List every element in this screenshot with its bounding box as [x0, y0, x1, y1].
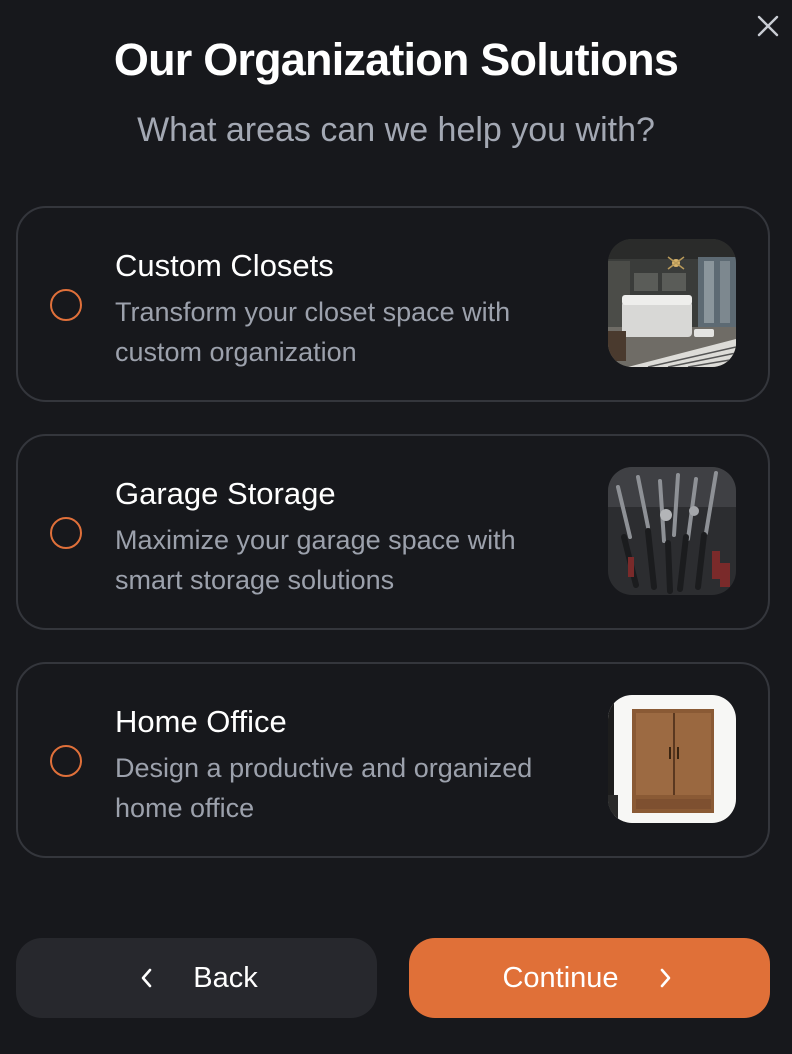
organization-solutions-modal: Our Organization Solutions What areas ca… — [0, 0, 792, 1054]
back-button-label: Back — [193, 961, 258, 994]
bedroom-closet-photo — [608, 239, 736, 367]
page-title: Our Organization Solutions — [113, 34, 679, 85]
option-home-office[interactable]: Home Office Design a productive and orga… — [16, 662, 770, 858]
chevron-left-icon — [135, 967, 157, 989]
wooden-wardrobe-photo — [608, 695, 736, 823]
continue-button[interactable]: Continue — [409, 938, 770, 1018]
option-title: Garage Storage — [115, 476, 336, 511]
page-subtitle: What areas can we help you with? — [137, 111, 655, 149]
back-button[interactable]: Back — [16, 938, 377, 1018]
option-description: Maximize your garage space with smart st… — [115, 525, 516, 595]
garage-tools-photo — [608, 467, 736, 595]
option-garage-storage[interactable]: Garage Storage Maximize your garage spac… — [16, 434, 770, 630]
option-description: Design a productive and organized home o… — [115, 753, 533, 823]
radio-button[interactable] — [50, 745, 82, 777]
option-title: Custom Closets — [115, 248, 334, 283]
chevron-right-icon — [655, 967, 677, 989]
option-description: Transform your closet space with custom … — [115, 297, 511, 367]
option-title: Home Office — [115, 704, 287, 739]
option-custom-closets[interactable]: Custom Closets Transform your closet spa… — [16, 206, 770, 402]
continue-button-label: Continue — [502, 961, 619, 994]
radio-button[interactable] — [50, 517, 82, 549]
radio-button[interactable] — [50, 289, 82, 321]
